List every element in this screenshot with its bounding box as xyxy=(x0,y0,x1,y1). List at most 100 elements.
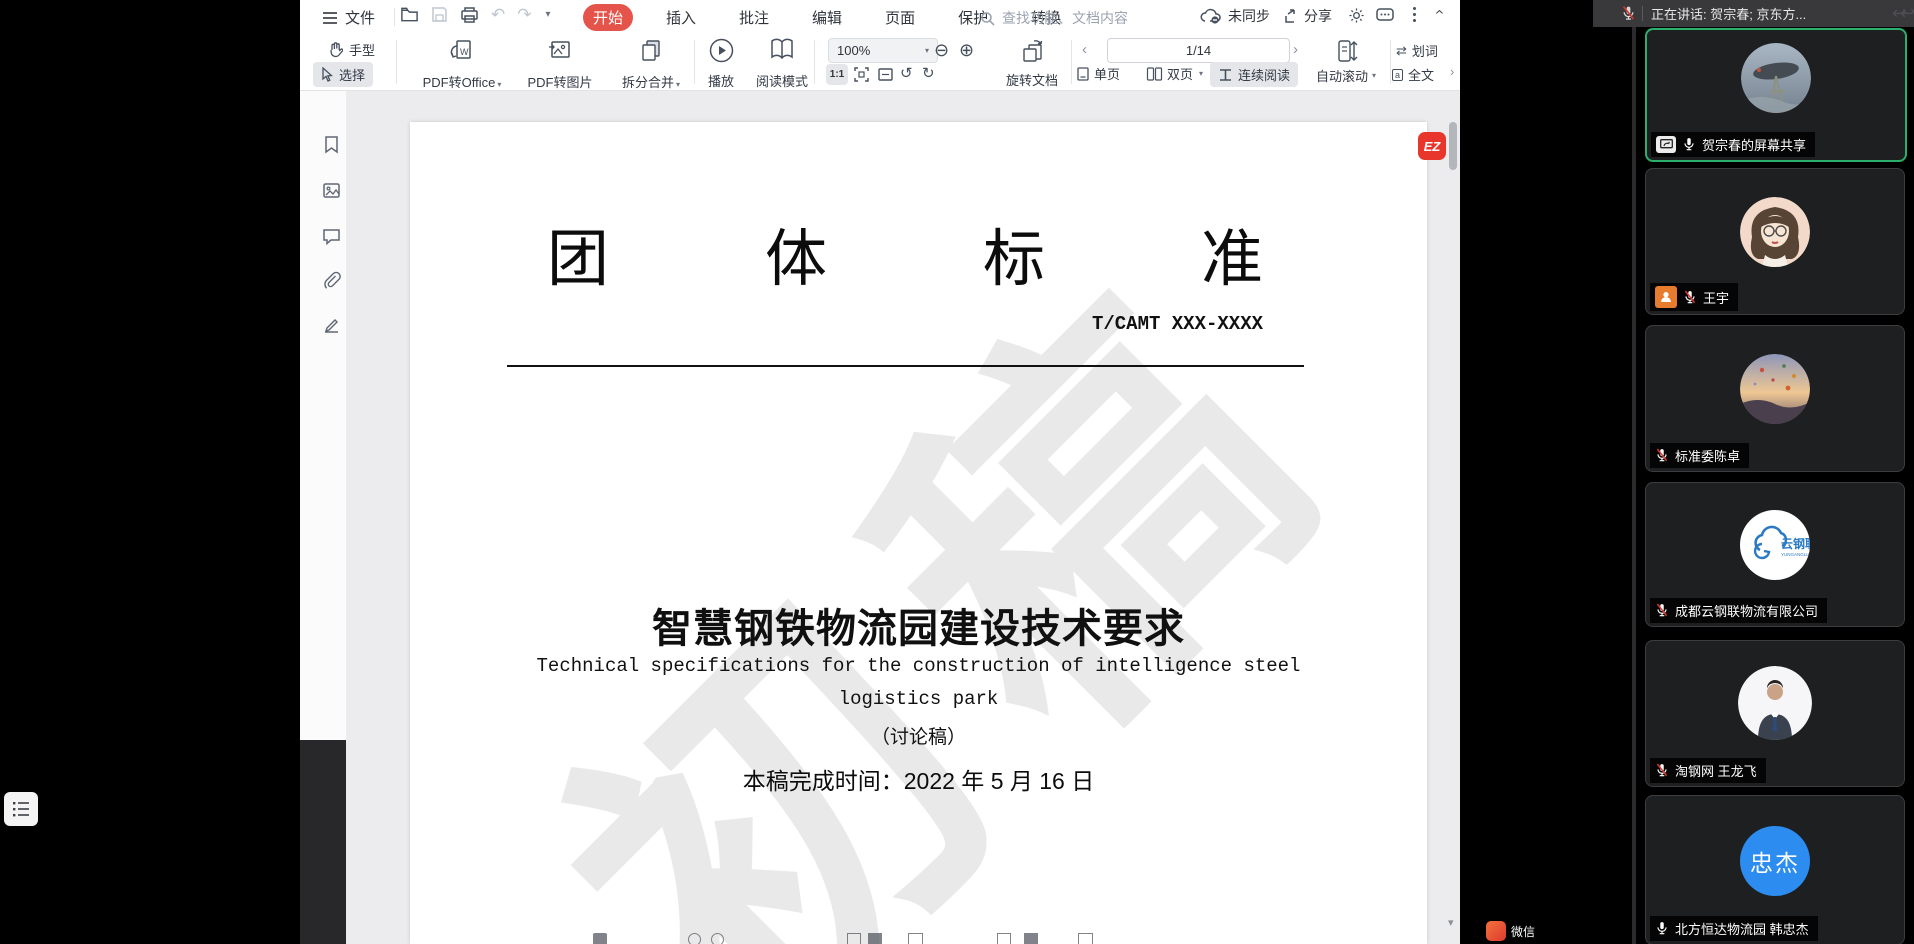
tab-insert[interactable]: 插入 xyxy=(656,4,706,31)
chat-feedback-icon[interactable] xyxy=(1376,8,1394,23)
quick-access-dropdown-icon[interactable]: ▾ xyxy=(546,9,551,20)
auto-scroll-button[interactable]: 自动滚动 ▾ xyxy=(1316,66,1376,85)
wechat-taskbar-item[interactable]: 微信 xyxy=(1486,921,1535,941)
doc-heading: 团 体 标 准 xyxy=(547,208,1263,298)
participant-tile[interactable]: 忠杰 北方恒达物流园 韩忠杰 xyxy=(1645,795,1905,944)
actual-size-button[interactable]: 1:1 xyxy=(826,64,848,85)
double-page-icon xyxy=(1146,66,1163,82)
screen-share-icon xyxy=(1656,136,1676,153)
share-button[interactable]: 分享 xyxy=(1283,6,1332,26)
comment-icon[interactable] xyxy=(322,227,341,246)
participant-tile[interactable]: 王宇 xyxy=(1645,168,1905,315)
speaking-indicator-bar: 正在讲话: 贺宗春; 京东方... ↩↩ xyxy=(1593,0,1914,27)
rotate-left-icon[interactable]: ↺ xyxy=(900,64,913,82)
pdf-page[interactable]: 初稿 团 体 标 准 T/CAMT XXX-XXXX 智慧钢铁物流园建设技术要求… xyxy=(410,122,1427,944)
undo-icon[interactable]: ↶ xyxy=(491,6,505,23)
heading-char: 标 xyxy=(983,208,1045,298)
pdf-assistant-badge[interactable]: EZ xyxy=(1418,132,1446,160)
hand-tool[interactable]: 手型 xyxy=(328,40,375,59)
collapse-ribbon-icon[interactable]: › xyxy=(1431,9,1449,14)
collapse-arrows-icon[interactable]: ↩↩ xyxy=(1892,3,1908,24)
bottom-toolbar-icon[interactable] xyxy=(868,933,882,944)
participant-tile[interactable]: 云钢联 YUNGANGLIAN 成都云钢联物流有限公司 xyxy=(1645,482,1905,627)
previous-page-icon[interactable]: ‹ xyxy=(1082,41,1087,58)
divider xyxy=(394,8,395,26)
divider xyxy=(1390,40,1391,84)
split-merge-button[interactable]: 拆分合并▾ xyxy=(608,37,694,91)
play-label: 播放 xyxy=(696,71,746,90)
bottom-toolbar-icon[interactable] xyxy=(688,933,701,944)
scrollbar-down-icon[interactable]: ▾ xyxy=(1448,916,1454,929)
floating-list-widget[interactable] xyxy=(4,792,38,826)
zoom-level-select[interactable]: 100% ▾ xyxy=(828,38,938,63)
file-menu-label: 文件 xyxy=(345,7,375,28)
bottom-toolbar-icon[interactable] xyxy=(593,933,607,944)
more-menu-icon[interactable] xyxy=(1413,7,1416,22)
microphone-muted-icon[interactable] xyxy=(1621,5,1636,22)
continuous-read-button[interactable]: 连续阅读 xyxy=(1210,62,1298,87)
bottom-toolbar-icon[interactable] xyxy=(1078,933,1093,944)
participant-tile[interactable]: 淘钢网 王龙飞 xyxy=(1645,640,1905,787)
avatar xyxy=(1738,666,1812,740)
svg-text:W: W xyxy=(460,47,469,57)
bottom-toolbar-icon[interactable] xyxy=(1024,933,1038,944)
page-indicator[interactable]: 1/14 xyxy=(1107,38,1290,63)
tab-home[interactable]: 开始 xyxy=(583,4,633,31)
avatar-initials: 忠杰 xyxy=(1750,844,1800,878)
microphone-muted-icon xyxy=(1655,763,1669,778)
divider xyxy=(1071,40,1072,84)
play-button[interactable]: 播放 xyxy=(696,37,746,90)
scrollbar-thumb[interactable] xyxy=(1449,122,1457,170)
word-translate-icon: ⇄ xyxy=(1396,43,1407,59)
bottom-toolbar-icon[interactable] xyxy=(908,933,923,944)
redo-icon[interactable]: ↷ xyxy=(517,6,531,23)
participant-tile[interactable]: 标准委陈卓 xyxy=(1645,325,1905,472)
sync-status[interactable]: 未同步 xyxy=(1200,6,1270,26)
open-file-icon[interactable] xyxy=(400,6,419,23)
hand-tool-label: 手型 xyxy=(349,40,375,59)
cursor-icon xyxy=(321,67,333,82)
next-page-icon[interactable]: › xyxy=(1293,41,1298,58)
image-annotation-icon[interactable] xyxy=(322,181,341,200)
single-page-label: 单页 xyxy=(1094,64,1120,83)
divider xyxy=(1642,6,1643,21)
fit-page-icon[interactable] xyxy=(853,66,870,83)
doc-draft-note: （讨论稿） xyxy=(410,722,1427,749)
gear-icon[interactable] xyxy=(1348,7,1365,24)
attachment-icon[interactable] xyxy=(322,271,341,290)
read-mode-button[interactable]: 阅读模式 xyxy=(752,37,812,90)
zoom-in-icon[interactable]: ⊕ xyxy=(959,40,974,61)
bottom-toolbar-icon[interactable] xyxy=(711,933,724,944)
signature-stamp-icon[interactable] xyxy=(322,316,341,335)
file-menu[interactable]: 文件 xyxy=(322,7,375,28)
sidebar-bottom-panel xyxy=(300,740,346,944)
zoom-out-icon[interactable]: ⊖ xyxy=(934,40,949,61)
tab-comment[interactable]: 批注 xyxy=(729,4,779,31)
fit-width-icon[interactable] xyxy=(877,66,894,83)
tab-page[interactable]: 页面 xyxy=(875,4,925,31)
double-page-label: 双页 xyxy=(1167,64,1193,83)
pdf-to-image-button[interactable]: PDF转图片 xyxy=(522,37,598,91)
search-placeholder: 查找功能、文档内容 xyxy=(1002,8,1128,28)
bottom-toolbar-icon[interactable] xyxy=(847,933,861,944)
expand-panel-icon[interactable]: › xyxy=(1450,64,1454,79)
single-page-button[interactable]: 单页 xyxy=(1076,64,1120,83)
pdf-to-office-button[interactable]: W PDF转Office▾ xyxy=(412,37,512,91)
print-icon[interactable] xyxy=(460,6,479,23)
speaking-text: 正在讲话: 贺宗春; 京东方... xyxy=(1651,4,1806,23)
save-icon[interactable] xyxy=(431,6,448,23)
rotate-document-button[interactable]: 旋转文档 xyxy=(1000,37,1064,89)
bookmark-icon[interactable] xyxy=(322,135,341,154)
word-translate-button[interactable]: ⇄ 划词 xyxy=(1396,41,1438,60)
select-tool[interactable]: 选择 xyxy=(313,62,373,87)
participant-tile[interactable]: 贺宗春的屏幕共享 xyxy=(1645,28,1907,162)
bottom-toolbar-icon[interactable] xyxy=(997,933,1011,944)
search-input[interactable]: 查找功能、文档内容 xyxy=(980,8,1128,28)
auto-scroll-icon[interactable] xyxy=(1336,38,1358,64)
rotate-right-icon[interactable]: ↻ xyxy=(922,64,935,82)
double-page-button[interactable]: 双页 ▾ xyxy=(1146,64,1203,83)
full-translate-button[interactable]: a 全文 xyxy=(1392,65,1434,84)
divider xyxy=(396,40,397,84)
tab-edit[interactable]: 编辑 xyxy=(802,4,852,31)
zoom-value: 100% xyxy=(837,43,870,58)
